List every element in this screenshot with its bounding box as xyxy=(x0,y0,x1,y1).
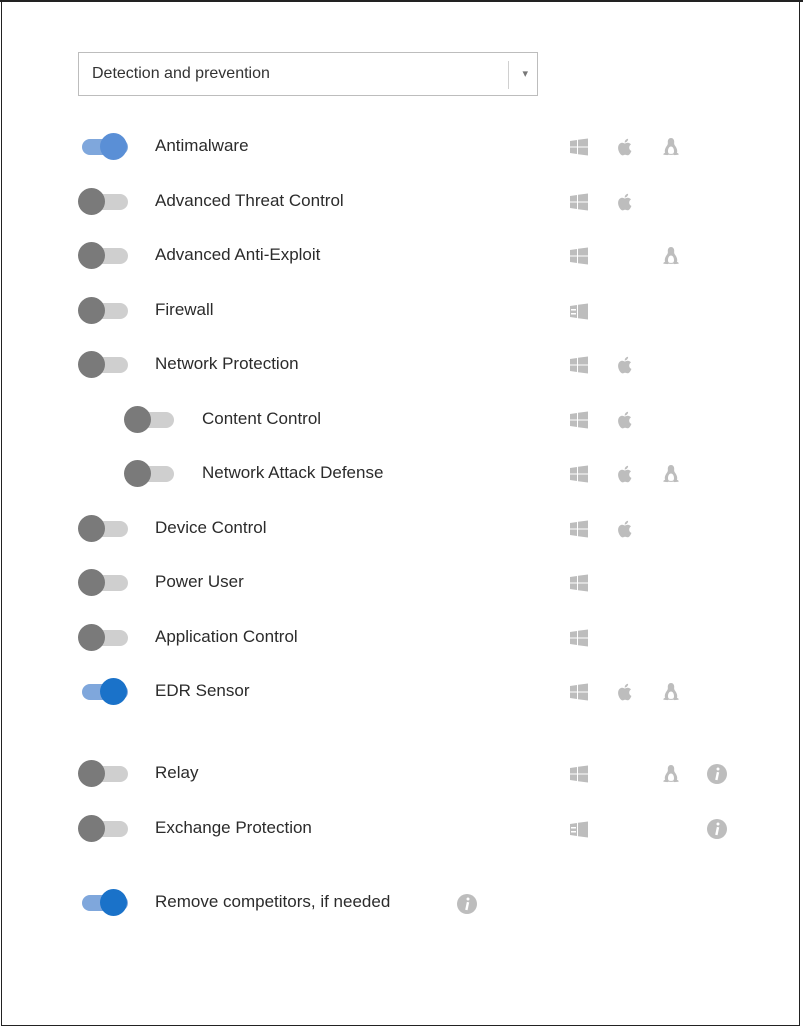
toggle-knob xyxy=(124,406,151,433)
module-label: Advanced Anti-Exploit xyxy=(155,245,321,264)
dropdown-separator xyxy=(508,61,509,89)
windows-icon xyxy=(568,763,590,785)
info-icon[interactable] xyxy=(706,763,728,785)
module-row: Firewall xyxy=(0,290,803,330)
module-toggle[interactable] xyxy=(78,623,134,651)
toggle-knob xyxy=(100,678,127,705)
toggle-knob xyxy=(78,242,105,269)
linux-icon xyxy=(660,763,682,785)
toggle-knob xyxy=(78,297,105,324)
info-icon[interactable] xyxy=(706,818,728,840)
module-label: Device Control xyxy=(155,518,267,537)
module-toggle[interactable] xyxy=(124,459,180,487)
module-toggle[interactable] xyxy=(78,350,134,378)
windows-server-icon xyxy=(568,300,590,322)
module-toggle[interactable] xyxy=(78,759,134,787)
module-toggle[interactable] xyxy=(78,514,134,542)
windows-icon xyxy=(568,245,590,267)
module-label: Advanced Threat Control xyxy=(155,191,344,210)
module-row: Advanced Anti-Exploit xyxy=(0,235,803,275)
apple-icon xyxy=(614,409,636,431)
module-toggle[interactable] xyxy=(78,187,134,215)
module-label: EDR Sensor xyxy=(155,681,250,700)
toggle-knob xyxy=(100,889,127,916)
info-icon[interactable] xyxy=(456,893,478,915)
windows-icon xyxy=(568,409,590,431)
toggle-knob xyxy=(100,133,127,160)
module-row: Antimalware xyxy=(0,126,803,166)
apple-icon xyxy=(614,354,636,376)
module-label: Exchange Protection xyxy=(155,818,312,837)
remove-competitors-toggle[interactable] xyxy=(78,888,134,916)
windows-icon xyxy=(568,627,590,649)
windows-server-icon xyxy=(568,818,590,840)
module-row: Application Control xyxy=(0,617,803,657)
windows-icon xyxy=(568,191,590,213)
section-dropdown[interactable]: Detection and prevention ▾ xyxy=(78,52,538,96)
module-label: Application Control xyxy=(155,627,298,646)
module-row: Relay xyxy=(0,753,803,793)
linux-icon xyxy=(660,245,682,267)
module-label: Antimalware xyxy=(155,136,249,155)
toggle-knob xyxy=(124,460,151,487)
module-toggle[interactable] xyxy=(124,405,180,433)
apple-icon xyxy=(614,136,636,158)
module-row: Advanced Threat Control xyxy=(0,181,803,221)
module-label: Relay xyxy=(155,763,199,782)
module-label: Power User xyxy=(155,572,244,591)
module-row: Network Attack Defense xyxy=(0,453,803,493)
linux-icon xyxy=(660,136,682,158)
module-row: Exchange Protection xyxy=(0,808,803,848)
windows-icon xyxy=(568,136,590,158)
toggle-knob xyxy=(78,569,105,596)
windows-icon xyxy=(568,354,590,376)
chevron-down-icon[interactable]: ▾ xyxy=(522,67,528,80)
apple-icon xyxy=(614,518,636,540)
windows-icon xyxy=(568,518,590,540)
module-toggle[interactable] xyxy=(78,296,134,324)
module-label: Content Control xyxy=(202,409,322,428)
apple-icon xyxy=(614,191,636,213)
module-toggle[interactable] xyxy=(78,677,134,705)
module-row: Power User xyxy=(0,562,803,602)
module-toggle[interactable] xyxy=(78,132,134,160)
linux-icon xyxy=(660,681,682,703)
module-toggle[interactable] xyxy=(78,568,134,596)
module-row: EDR Sensor xyxy=(0,671,803,711)
module-row: Device Control xyxy=(0,508,803,548)
apple-icon xyxy=(614,681,636,703)
toggle-knob xyxy=(78,815,105,842)
section-dropdown-value: Detection and prevention xyxy=(92,65,270,82)
linux-icon xyxy=(660,463,682,485)
module-label: Network Attack Defense xyxy=(202,463,384,482)
toggle-knob xyxy=(78,624,105,651)
windows-icon xyxy=(568,463,590,485)
windows-icon xyxy=(568,681,590,703)
module-toggle[interactable] xyxy=(78,241,134,269)
module-row: Content Control xyxy=(0,399,803,439)
toggle-knob xyxy=(78,351,105,378)
windows-icon xyxy=(568,572,590,594)
module-row: Network Protection xyxy=(0,344,803,384)
remove-competitors-label: Remove competitors, if needed xyxy=(155,892,391,911)
toggle-knob xyxy=(78,188,105,215)
toggle-knob xyxy=(78,515,105,542)
remove-competitors-row: Remove competitors, if needed xyxy=(0,882,803,922)
toggle-knob xyxy=(78,760,105,787)
module-toggle[interactable] xyxy=(78,814,134,842)
module-label: Network Protection xyxy=(155,354,299,373)
module-label: Firewall xyxy=(155,300,214,319)
apple-icon xyxy=(614,463,636,485)
